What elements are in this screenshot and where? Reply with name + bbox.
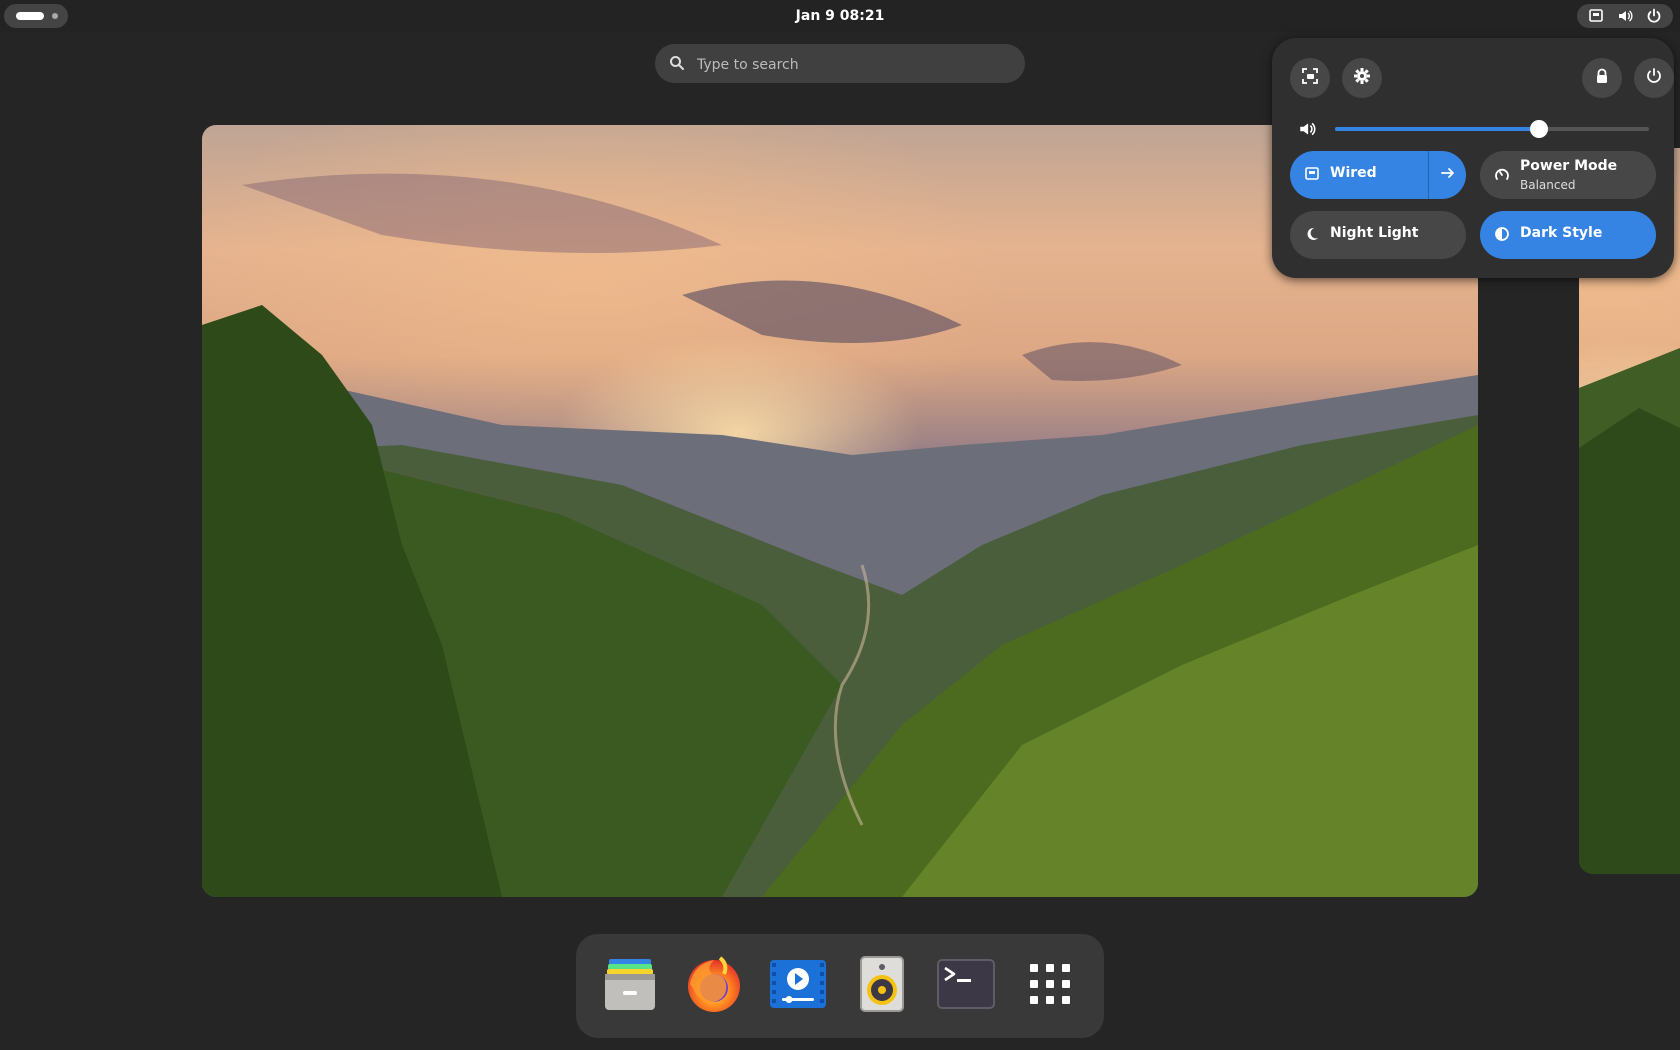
rhythmbox-icon	[859, 955, 905, 1017]
terminal-icon	[937, 959, 995, 1013]
active-workspace-indicator	[16, 12, 44, 20]
screenshot-icon	[1301, 67, 1319, 89]
settings-button[interactable]	[1342, 58, 1382, 98]
speedometer-icon	[1494, 166, 1510, 186]
system-status-area[interactable]	[1577, 4, 1673, 28]
gear-icon	[1353, 67, 1371, 89]
volume-slider-fill	[1335, 127, 1540, 131]
power-mode-toggle[interactable]: Power Mode Balanced	[1480, 151, 1656, 199]
dash	[576, 934, 1104, 1038]
moon-icon	[1304, 226, 1320, 246]
volume-slider-handle[interactable]	[1530, 120, 1549, 138]
firefox-app-button[interactable]	[682, 954, 746, 1018]
wired-label: Wired	[1330, 165, 1377, 181]
night-light-label: Night Light	[1330, 225, 1419, 241]
terminal-app-button[interactable]	[934, 954, 998, 1018]
workspace-indicator-dot	[52, 13, 58, 19]
dark-style-icon	[1494, 226, 1510, 246]
files-app-button[interactable]	[598, 954, 662, 1018]
power-mode-value: Balanced	[1520, 178, 1576, 192]
power-off-button[interactable]	[1634, 58, 1674, 98]
firefox-icon	[684, 954, 744, 1018]
screenshot-button[interactable]	[1290, 58, 1330, 98]
top-bar: Jan 9 08:21	[0, 0, 1680, 32]
activities-button[interactable]	[4, 4, 68, 28]
search-icon	[669, 55, 685, 75]
rhythmbox-app-button[interactable]	[850, 954, 914, 1018]
wired-toggle[interactable]: Wired	[1290, 151, 1466, 199]
videos-app-button[interactable]	[766, 954, 830, 1018]
search-input[interactable]	[695, 44, 1009, 85]
wired-menu-arrow-button[interactable]	[1429, 151, 1466, 199]
videos-icon	[768, 958, 828, 1014]
lock-button[interactable]	[1582, 58, 1622, 98]
speaker-icon[interactable]	[1298, 120, 1316, 142]
night-light-toggle[interactable]: Night Light	[1290, 211, 1466, 259]
arrow-right-icon	[1440, 165, 1456, 185]
search-entry[interactable]	[655, 44, 1025, 85]
power-mode-label: Power Mode	[1520, 158, 1618, 174]
speaker-icon	[1617, 8, 1633, 24]
network-wired-icon	[1304, 166, 1320, 186]
quick-settings-menu: Wired Power Mode Balanced Night Light Da…	[1272, 38, 1674, 278]
network-wired-icon	[1588, 8, 1604, 24]
files-icon	[601, 955, 659, 1017]
power-icon	[1645, 67, 1663, 89]
show-apps-grid-icon	[1030, 964, 1070, 1008]
clock[interactable]: Jan 9 08:21	[740, 0, 940, 32]
power-icon	[1646, 8, 1662, 24]
volume-slider[interactable]	[1335, 120, 1649, 138]
show-apps-button[interactable]	[1018, 954, 1082, 1018]
dark-style-toggle[interactable]: Dark Style	[1480, 211, 1656, 259]
dark-style-label: Dark Style	[1520, 225, 1603, 241]
lock-icon	[1593, 67, 1611, 89]
volume-control	[1272, 114, 1674, 144]
